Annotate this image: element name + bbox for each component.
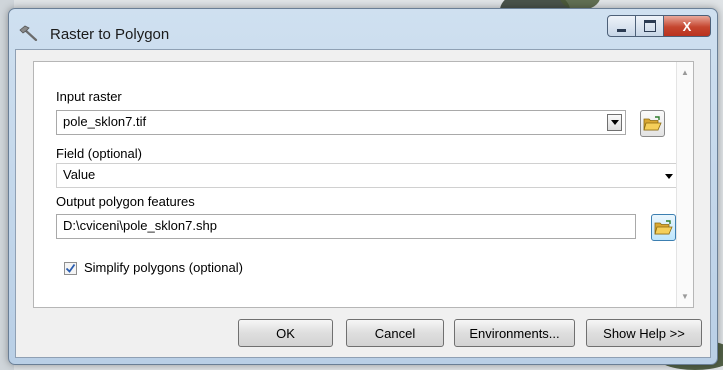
parameters-panel: Input raster pole_sklon7.tif Field (opti… [33, 61, 694, 308]
field-combobox[interactable]: Value [56, 163, 679, 188]
show-help-button[interactable]: Show Help >> [586, 319, 702, 347]
maximize-button[interactable] [636, 15, 664, 37]
minimize-button[interactable] [607, 15, 636, 37]
minimize-icon [617, 28, 626, 32]
input-raster-browse-button[interactable] [640, 110, 665, 137]
maximize-icon [643, 20, 656, 32]
scroll-up-icon[interactable]: ▲ [681, 68, 689, 77]
title-bar[interactable]: Raster to Polygon X [9, 9, 717, 51]
open-folder-icon [654, 220, 673, 235]
input-raster-label: Input raster [56, 89, 122, 104]
close-button[interactable]: X [664, 15, 711, 37]
environments-button[interactable]: Environments... [454, 319, 575, 347]
chevron-down-icon [665, 174, 673, 179]
window-controls: X [607, 15, 711, 37]
simplify-polygons-checkbox[interactable] [64, 262, 77, 275]
output-features-value: D:\cviceni\pole_sklon7.shp [63, 218, 217, 233]
hammer-icon [19, 25, 39, 42]
close-icon: X [682, 18, 692, 34]
window-title: Raster to Polygon [50, 26, 170, 43]
input-raster-combobox[interactable]: pole_sklon7.tif [56, 110, 626, 135]
scroll-down-icon[interactable]: ▼ [681, 292, 689, 301]
field-label: Field (optional) [56, 146, 142, 161]
checkmark-icon [65, 263, 76, 273]
cancel-button[interactable]: Cancel [346, 319, 444, 347]
dialog-body: Input raster pole_sklon7.tif Field (opti… [15, 49, 711, 358]
simplify-polygons-label: Simplify polygons (optional) [84, 260, 243, 275]
output-features-input[interactable]: D:\cviceni\pole_sklon7.shp [56, 214, 636, 239]
output-features-label: Output polygon features [56, 194, 195, 209]
raster-to-polygon-dialog: Raster to Polygon X Input raster pole_sk… [8, 8, 718, 365]
ok-button[interactable]: OK [238, 319, 333, 347]
input-raster-dropdown-button[interactable] [607, 114, 622, 131]
input-raster-value: pole_sklon7.tif [63, 114, 147, 129]
field-dropdown-button[interactable] [665, 174, 673, 179]
chevron-down-icon [610, 120, 619, 125]
output-features-browse-button[interactable] [651, 214, 676, 241]
field-value: Value [63, 167, 96, 182]
open-folder-icon [643, 116, 662, 131]
panel-scrollbar[interactable]: ▲ ▼ [676, 62, 693, 307]
